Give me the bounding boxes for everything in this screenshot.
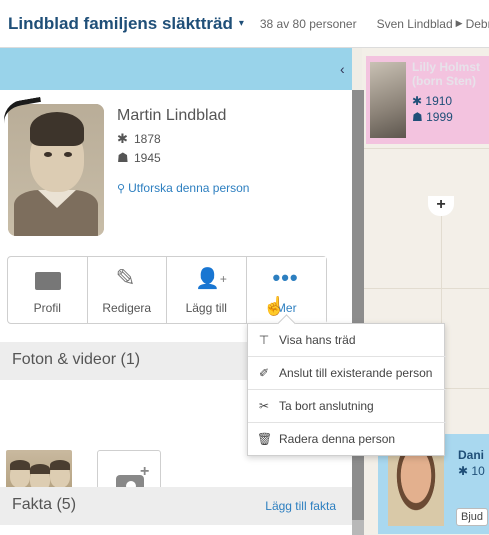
menu-item-label: Anslut till existerande person bbox=[279, 366, 433, 380]
facts-section-title: Fakta (5) bbox=[12, 496, 77, 513]
more-menu: ⊤ Visa hans träd ✐ Anslut till existeran… bbox=[247, 323, 446, 456]
menu-item-connect[interactable]: ✐ Anslut till existerande person bbox=[248, 357, 446, 390]
avatar bbox=[370, 62, 406, 138]
menu-item-view-tree[interactable]: ⊤ Visa hans träd bbox=[248, 324, 446, 357]
more-dots-icon: ••• bbox=[272, 265, 299, 290]
birth-value: 1878 bbox=[134, 132, 161, 146]
tree-line bbox=[362, 148, 489, 149]
photo-eye bbox=[64, 152, 72, 157]
menu-item-label: Visa hans träd bbox=[279, 333, 356, 347]
edit-button[interactable]: ✎ Redigera bbox=[88, 257, 167, 323]
thumb-figure-hair bbox=[50, 460, 70, 470]
invite-button[interactable]: Bjud bbox=[456, 508, 488, 526]
breadcrumb-next[interactable]: Debr bbox=[466, 17, 489, 31]
add-button[interactable]: 👤+ Lägg till bbox=[167, 257, 247, 323]
death-icon: ☗ bbox=[117, 150, 129, 165]
person-name: Martin Lindblad bbox=[117, 107, 227, 124]
birth-year-value: 1910 bbox=[425, 94, 453, 108]
menu-item-label: Ta bort anslutning bbox=[279, 399, 374, 413]
person-panel: ‹ Martin Lindblad ✱ 1878 ☗ 1945 ⚲ Utforska … bbox=[0, 48, 352, 535]
more-label: Mer bbox=[275, 301, 297, 315]
person-glyph: 👤 bbox=[195, 268, 220, 290]
add-person-icon: 👤+ bbox=[195, 269, 227, 289]
death-value: 1945 bbox=[134, 151, 161, 165]
death-year-value: 1999 bbox=[426, 110, 453, 124]
person-card-name-line: (born Sten) bbox=[412, 74, 476, 88]
tree-canvas[interactable]: Lilly Holmst (born Sten) ✱ 1910 ☗ 1999 +… bbox=[362, 48, 489, 535]
facts-section-header: Fakta (5) Lägg till fakta bbox=[0, 487, 352, 525]
person-card-name-line: Lilly Holmst bbox=[412, 60, 481, 74]
pencil-icon: ✎ bbox=[115, 265, 136, 292]
birth-date: ✱ 1878 bbox=[117, 131, 161, 147]
breadcrumb-person[interactable]: Sven Lindblad bbox=[377, 17, 453, 31]
photo-eye bbox=[44, 152, 52, 157]
explore-person-label: Utforska denna person bbox=[128, 181, 250, 195]
hand-cursor-icon: ☝ bbox=[263, 296, 286, 316]
disconnect-icon: ✂ bbox=[258, 399, 270, 413]
person-card-name: Dani bbox=[458, 448, 485, 462]
add-relative-button[interactable]: + bbox=[428, 196, 454, 216]
trash-icon: 🗑 bbox=[257, 432, 273, 446]
birth-year-value: 10 bbox=[471, 464, 485, 478]
tree-line bbox=[362, 288, 489, 289]
menu-item-label: Radera denna person bbox=[279, 432, 396, 446]
add-label: Lägg till bbox=[185, 301, 227, 315]
edit-label: Redigera bbox=[102, 301, 152, 315]
connect-icon: ✐ bbox=[258, 366, 270, 380]
panel-scrollbar[interactable] bbox=[352, 90, 364, 535]
death-date: ☗ 1945 bbox=[117, 150, 161, 166]
tree-icon: ⊤ bbox=[258, 333, 270, 347]
plus-icon: + bbox=[140, 463, 150, 480]
thumb-figure-hair bbox=[10, 460, 30, 470]
menu-item-delete[interactable]: 🗑 Radera denna person bbox=[248, 423, 446, 456]
profile-label: Profil bbox=[33, 301, 61, 315]
top-bar: Lindblad familjens släktträd ▾ 38 av 80 … bbox=[0, 0, 489, 48]
collapse-panel-icon[interactable]: ‹ bbox=[340, 48, 352, 90]
person-card-name: Lilly Holmst (born Sten) bbox=[412, 60, 480, 88]
panel-header: ‹ bbox=[0, 48, 352, 90]
photos-section-title: Foton & videor (1) bbox=[12, 351, 141, 368]
profile-button[interactable]: Profil bbox=[8, 257, 88, 323]
breadcrumb-arrow-icon: ▶ bbox=[455, 18, 463, 28]
birth-year: ✱ 10 bbox=[458, 464, 485, 478]
profile-card-icon bbox=[35, 272, 61, 290]
add-fact-link[interactable]: Lägg till fakta bbox=[265, 499, 336, 513]
birth-year: ✱ 1910 bbox=[412, 94, 453, 108]
plus-glyph: + bbox=[219, 272, 227, 286]
person-count: 38 av 80 personer bbox=[259, 16, 357, 31]
person-card-lilly[interactable]: Lilly Holmst (born Sten) ✱ 1910 ☗ 1999 bbox=[366, 56, 489, 144]
birth-icon: ✱ bbox=[117, 131, 128, 146]
tree-title[interactable]: Lindblad familjens släktträd bbox=[8, 14, 233, 34]
explore-person-link[interactable]: ⚲ Utforska denna person bbox=[117, 181, 249, 195]
menu-item-disconnect[interactable]: ✂ Ta bort anslutning bbox=[248, 390, 446, 423]
death-year: ☗ 1999 bbox=[412, 110, 453, 124]
thumb-figure-hair bbox=[30, 464, 50, 474]
search-icon: ⚲ bbox=[117, 183, 126, 195]
chevron-down-icon[interactable]: ▾ bbox=[239, 18, 244, 29]
